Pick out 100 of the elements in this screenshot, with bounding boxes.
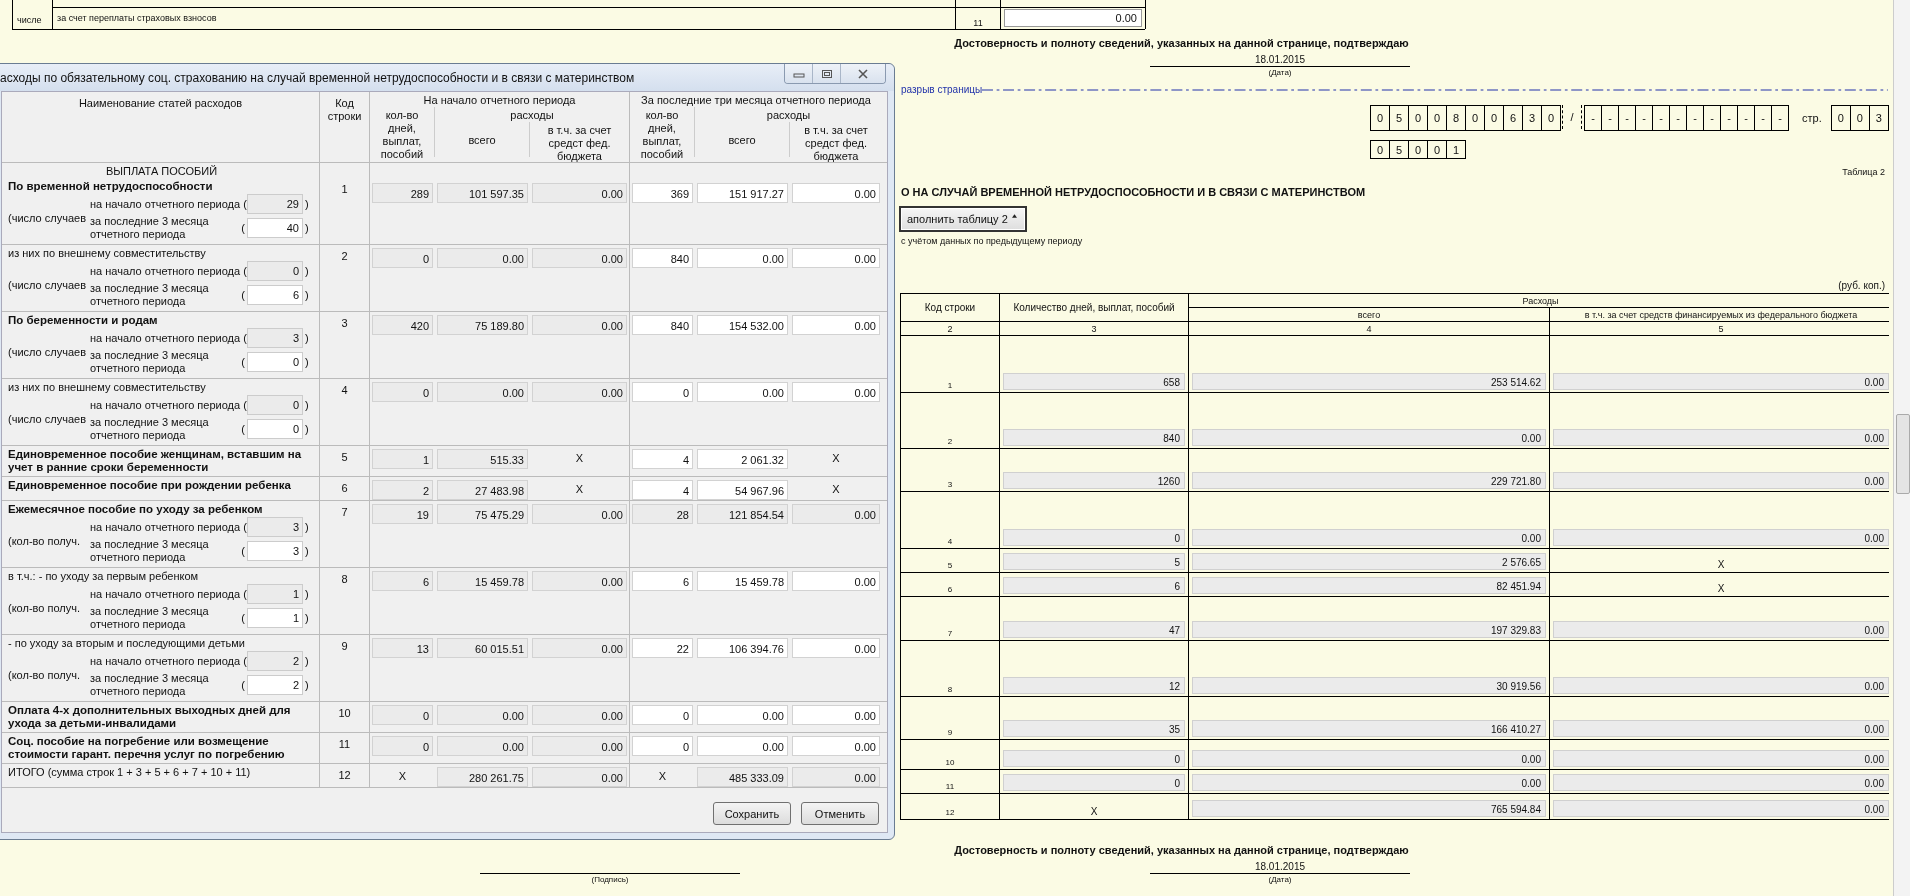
number-field[interactable]: 0.00 <box>1553 621 1889 638</box>
number-field[interactable]: 0 <box>632 736 693 756</box>
scrollbar-thumb[interactable] <box>1896 414 1910 494</box>
number-field[interactable]: 369 <box>632 183 693 203</box>
number-field[interactable]: 0.00 <box>532 315 627 335</box>
number-field[interactable]: 0.00 <box>1553 774 1889 791</box>
number-field[interactable]: 0.00 <box>1553 429 1889 446</box>
number-field[interactable]: 840 <box>632 248 693 268</box>
number-field[interactable]: 0.00 <box>697 705 788 725</box>
number-field[interactable]: 0.00 <box>437 705 528 725</box>
count-field[interactable]: 1 <box>247 608 303 628</box>
number-field[interactable]: 13 <box>372 638 433 658</box>
count-field[interactable]: 2 <box>247 650 303 671</box>
number-field[interactable]: 4 <box>632 480 693 500</box>
number-field[interactable]: 0.00 <box>792 767 880 787</box>
number-field[interactable]: 420 <box>372 315 433 335</box>
number-field[interactable]: 1 <box>372 449 433 469</box>
number-field[interactable]: 154 532.00 <box>697 315 788 335</box>
number-field[interactable]: 75 475.29 <box>437 504 528 524</box>
count-field[interactable]: 3 <box>247 327 303 348</box>
number-field[interactable]: 106 394.76 <box>697 638 788 658</box>
number-field[interactable]: 0.00 <box>532 736 627 756</box>
number-field[interactable]: 0.00 <box>437 382 528 402</box>
number-field[interactable]: 0.00 <box>1192 529 1546 546</box>
number-field[interactable]: 0.00 <box>792 504 880 524</box>
number-field[interactable]: 0.00 <box>437 736 528 756</box>
number-field[interactable]: 82 451.94 <box>1192 577 1546 594</box>
number-field[interactable]: 840 <box>632 315 693 335</box>
number-field[interactable]: 0.00 <box>532 571 627 591</box>
number-field[interactable]: 166 410.27 <box>1192 720 1546 737</box>
count-field[interactable]: 3 <box>247 541 303 561</box>
number-field[interactable]: 0 <box>372 736 433 756</box>
number-field[interactable]: 47 <box>1003 621 1185 638</box>
number-field[interactable]: 75 189.80 <box>437 315 528 335</box>
number-field[interactable]: 0.00 <box>532 767 627 787</box>
number-field[interactable]: 0 <box>372 248 433 268</box>
close-button[interactable] <box>841 64 885 83</box>
number-field[interactable]: 0.00 <box>792 736 880 756</box>
maximize-button[interactable] <box>813 64 841 83</box>
number-field[interactable]: 840 <box>1003 429 1185 446</box>
number-field[interactable]: 197 329.83 <box>1192 621 1546 638</box>
number-field[interactable]: 0.00 <box>1553 472 1889 489</box>
number-field[interactable]: 5 <box>1003 553 1185 570</box>
number-field[interactable]: 0.00 <box>437 248 528 268</box>
number-field[interactable]: 280 261.75 <box>437 767 528 787</box>
number-field[interactable]: 2 061.32 <box>697 449 788 469</box>
number-field[interactable]: 19 <box>372 504 433 524</box>
number-field[interactable]: 0.00 <box>532 248 627 268</box>
number-field[interactable]: 0.00 <box>792 248 880 268</box>
count-field[interactable]: 0 <box>247 352 303 372</box>
number-field[interactable]: 0.00 <box>1553 750 1889 767</box>
dialog-button[interactable]: Сохранить <box>713 802 791 825</box>
number-field[interactable]: 0.00 <box>792 183 880 203</box>
count-field[interactable]: 0 <box>247 419 303 439</box>
number-field[interactable]: 30 919.56 <box>1192 677 1546 694</box>
number-field[interactable]: 0.00 <box>792 705 880 725</box>
number-field[interactable]: 229 721.80 <box>1192 472 1546 489</box>
count-field[interactable]: 29 <box>247 193 303 214</box>
number-field[interactable]: 0.00 <box>1192 750 1546 767</box>
count-field[interactable]: 1 <box>247 583 303 604</box>
number-field[interactable]: 2 576.65 <box>1192 553 1546 570</box>
number-field[interactable]: 35 <box>1003 720 1185 737</box>
count-field[interactable]: 3 <box>247 516 303 537</box>
number-field[interactable]: 0.00 <box>697 736 788 756</box>
number-field[interactable]: 101 597.35 <box>437 183 528 203</box>
number-field[interactable]: 6 <box>1003 577 1185 594</box>
number-field[interactable]: 289 <box>372 183 433 203</box>
number-field[interactable]: 0.00 <box>1553 677 1889 694</box>
number-field[interactable]: 0.00 <box>532 705 627 725</box>
number-field[interactable]: 15 459.78 <box>697 571 788 591</box>
number-field[interactable]: 0.00 <box>1553 373 1889 390</box>
number-field[interactable]: 15 459.78 <box>437 571 528 591</box>
number-field[interactable]: 60 015.51 <box>437 638 528 658</box>
dialog-button[interactable]: Отменить <box>801 802 879 825</box>
number-field[interactable]: 0 <box>632 705 693 725</box>
number-field[interactable]: 0.00 <box>532 638 627 658</box>
number-field[interactable]: 0.00 <box>1553 720 1889 737</box>
count-field[interactable]: 6 <box>247 285 303 305</box>
count-field[interactable]: 0 <box>247 260 303 281</box>
number-field[interactable]: 485 333.09 <box>697 767 788 787</box>
number-field[interactable]: 28 <box>632 504 693 524</box>
count-field[interactable]: 2 <box>247 675 303 695</box>
number-field[interactable]: 0.00 <box>1553 529 1889 546</box>
number-field[interactable]: 0.00 <box>792 382 880 402</box>
number-field[interactable]: 2 <box>372 480 433 500</box>
number-field[interactable]: 0.00 <box>1192 429 1546 446</box>
number-field[interactable]: 54 967.96 <box>697 480 788 500</box>
number-field[interactable]: 0 <box>372 705 433 725</box>
count-field[interactable]: 0 <box>247 394 303 415</box>
number-field[interactable]: 12 <box>1003 677 1185 694</box>
number-field[interactable]: 0.00 <box>532 382 627 402</box>
number-field[interactable]: 22 <box>632 638 693 658</box>
number-field[interactable]: 253 514.62 <box>1192 373 1546 390</box>
number-field[interactable]: 0.00 <box>532 504 627 524</box>
number-field[interactable]: 27 483.98 <box>437 480 528 500</box>
number-field[interactable]: 0.00 <box>792 571 880 591</box>
number-field[interactable]: 6 <box>372 571 433 591</box>
number-field[interactable]: 515.33 <box>437 449 528 469</box>
number-field[interactable]: 0 <box>1003 529 1185 546</box>
scrollbar[interactable] <box>1893 0 1910 896</box>
